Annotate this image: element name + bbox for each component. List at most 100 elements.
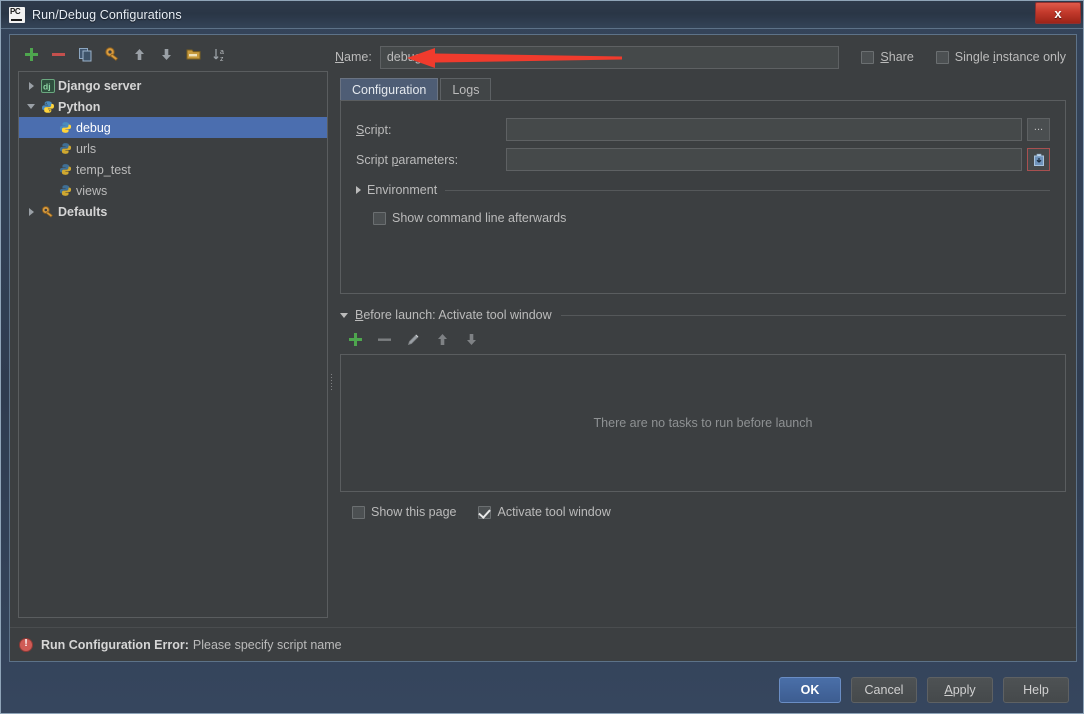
single-instance-checkbox-row[interactable]: Single instance only xyxy=(935,50,1066,64)
configurations-tree[interactable]: dj Django server Python debug urls temp_… xyxy=(18,71,328,618)
before-launch-header[interactable]: Before launch: Activate tool window xyxy=(340,308,1066,322)
name-label: Name: xyxy=(335,50,372,64)
script-label: Script: xyxy=(356,122,392,137)
svg-text:z: z xyxy=(220,56,224,63)
script-input[interactable] xyxy=(506,118,1022,141)
help-button[interactable]: Help xyxy=(1003,677,1069,703)
before-launch-label: Before launch: Activate tool window xyxy=(355,308,552,322)
tree-node-label: urls xyxy=(76,141,97,156)
copy-configuration-icon[interactable] xyxy=(77,46,94,63)
configuration-details-panel: Name: Share Single instance only xyxy=(335,35,1076,627)
section-divider xyxy=(560,314,1066,316)
add-configuration-icon[interactable] xyxy=(23,46,40,63)
pycharm-icon xyxy=(9,6,25,23)
before-launch-toolbar xyxy=(347,327,1066,351)
tree-node-label: views xyxy=(76,183,108,198)
single-instance-checkbox[interactable] xyxy=(935,50,949,64)
chevron-down-icon[interactable] xyxy=(340,312,348,318)
script-field-row: Script: ... xyxy=(356,118,1050,141)
move-task-up-icon[interactable] xyxy=(434,331,451,348)
expander-icon[interactable] xyxy=(23,104,39,109)
script-parameters-field-row: Script parameters: xyxy=(356,148,1050,171)
script-browse-button[interactable]: ... xyxy=(1027,118,1050,141)
python-file-icon xyxy=(57,184,74,197)
svg-text:dj: dj xyxy=(43,81,51,91)
error-title: Run Configuration Error: xyxy=(41,637,189,652)
show-command-line-label[interactable]: Show command line afterwards xyxy=(392,211,566,225)
tree-node-django-server[interactable]: dj Django server xyxy=(19,75,327,96)
script-parameters-label: Script parameters: xyxy=(356,152,459,167)
tree-node-label: Defaults xyxy=(58,204,108,219)
show-command-line-row[interactable]: Show command line afterwards xyxy=(373,211,1050,225)
svg-text:a: a xyxy=(220,49,224,56)
tree-node-temp-test[interactable]: temp_test xyxy=(19,159,327,180)
remove-task-icon[interactable] xyxy=(376,331,393,348)
tree-node-debug[interactable]: debug xyxy=(19,117,327,138)
close-icon-glyph: x xyxy=(1054,5,1062,21)
python-file-icon xyxy=(57,142,74,155)
python-file-icon xyxy=(57,163,74,176)
share-checkbox[interactable] xyxy=(861,50,875,64)
sort-alphabetically-icon[interactable]: a z xyxy=(212,46,229,63)
tree-node-defaults[interactable]: Defaults xyxy=(19,201,327,222)
error-icon xyxy=(19,637,33,652)
close-icon[interactable]: x xyxy=(1035,2,1081,24)
expander-icon[interactable] xyxy=(23,207,39,216)
tree-node-label: Django server xyxy=(58,78,142,93)
tree-node-views[interactable]: views xyxy=(19,180,327,201)
script-parameters-input[interactable] xyxy=(506,148,1022,171)
configuration-tabs: Configuration Logs xyxy=(340,77,1066,100)
tree-node-label: temp_test xyxy=(76,162,131,177)
tab-logs[interactable]: Logs xyxy=(440,78,492,100)
show-this-page-row[interactable]: Show this page xyxy=(352,505,456,519)
error-bar: Run Configuration Error: Please specify … xyxy=(10,627,1076,661)
section-divider xyxy=(445,189,1050,191)
environment-section-header[interactable]: Environment xyxy=(356,183,1050,197)
python-file-icon xyxy=(57,121,74,134)
single-instance-label[interactable]: Single instance only xyxy=(955,50,1066,64)
share-checkbox-row[interactable]: Share xyxy=(861,50,914,64)
activate-tool-window-checkbox[interactable] xyxy=(478,505,492,519)
activate-tool-window-label[interactable]: Activate tool window xyxy=(497,505,610,519)
move-up-icon[interactable] xyxy=(131,46,148,63)
edit-task-pencil-icon[interactable] xyxy=(405,331,422,348)
tree-node-python[interactable]: Python xyxy=(19,96,327,117)
title-bar: Run/Debug Configurations x xyxy=(1,1,1083,29)
error-message: Please specify script name xyxy=(192,637,342,652)
show-this-page-label[interactable]: Show this page xyxy=(371,505,456,519)
ok-button[interactable]: OK xyxy=(779,677,841,703)
splitter-grip[interactable] xyxy=(330,373,333,391)
dialog-body: a z dj Django server Python debug urls t… xyxy=(9,34,1077,662)
activate-tool-window-row[interactable]: Activate tool window xyxy=(478,505,611,519)
expand-macro-icon[interactable] xyxy=(1027,148,1050,171)
chevron-right-icon[interactable] xyxy=(356,186,361,194)
add-task-icon[interactable] xyxy=(347,331,364,348)
before-launch-empty-text: There are no tasks to run before launch xyxy=(593,416,813,430)
move-down-icon[interactable] xyxy=(158,46,175,63)
cancel-button[interactable]: Cancel xyxy=(851,677,917,703)
configurations-panel: a z dj Django server Python debug urls t… xyxy=(10,35,328,627)
tab-configuration[interactable]: Configuration xyxy=(340,78,439,100)
move-into-folder-icon[interactable] xyxy=(185,46,202,63)
name-row: Name: Share Single instance only xyxy=(335,41,1066,73)
run-debug-configurations-dialog: Run/Debug Configurations x xyxy=(0,0,1084,714)
tree-node-urls[interactable]: urls xyxy=(19,138,327,159)
expander-icon[interactable] xyxy=(23,81,39,90)
dialog-button-bar: OK Cancel Apply Help xyxy=(1,667,1083,713)
move-task-down-icon[interactable] xyxy=(463,331,480,348)
name-input[interactable] xyxy=(379,45,840,69)
edit-defaults-wrench-icon[interactable] xyxy=(104,46,121,63)
apply-button[interactable]: Apply xyxy=(927,677,993,703)
show-this-page-checkbox[interactable] xyxy=(352,505,365,519)
before-launch-task-list[interactable]: There are no tasks to run before launch xyxy=(340,354,1066,492)
remove-configuration-icon[interactable] xyxy=(50,46,67,63)
defaults-wrench-icon xyxy=(39,205,56,219)
tree-node-label: Python xyxy=(58,99,101,114)
show-command-line-checkbox[interactable] xyxy=(373,211,386,225)
share-label[interactable]: Share xyxy=(880,50,913,64)
tree-toolbar: a z xyxy=(18,41,328,67)
django-icon: dj xyxy=(39,78,56,93)
panel-splitter[interactable] xyxy=(328,35,335,627)
python-icon xyxy=(39,100,56,114)
